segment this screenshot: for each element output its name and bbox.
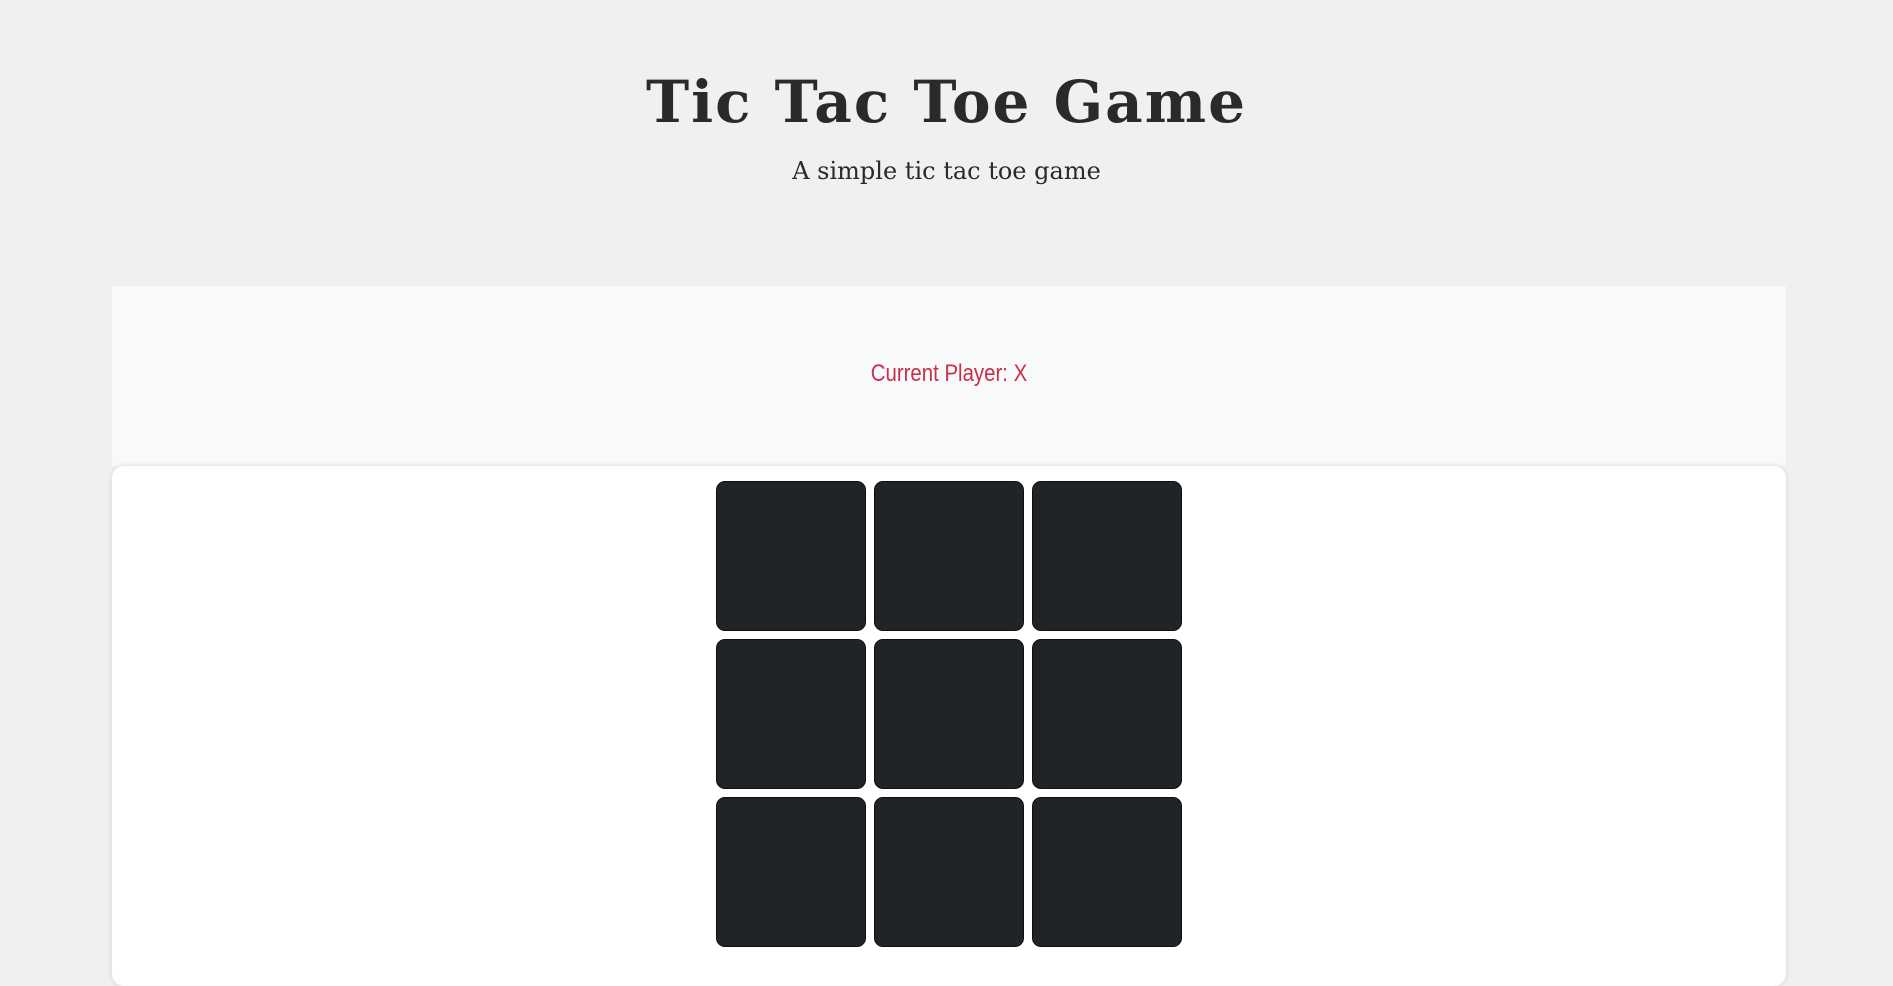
board-cell-3[interactable] xyxy=(1032,481,1182,631)
page-subtitle: A simple tic tac toe game xyxy=(792,157,1101,185)
status-panel: Current Player: X xyxy=(112,286,1786,466)
board-cell-2[interactable] xyxy=(874,481,1024,631)
board-panel xyxy=(112,466,1786,986)
page-title: Tic Tac Toe Game xyxy=(645,68,1248,136)
game-board xyxy=(716,481,1182,947)
board-cell-8[interactable] xyxy=(874,797,1024,947)
board-cell-4[interactable] xyxy=(716,639,866,789)
board-cell-1[interactable] xyxy=(716,481,866,631)
board-cell-9[interactable] xyxy=(1032,797,1182,947)
current-player-status: Current Player: X xyxy=(870,360,1028,387)
board-cell-5[interactable] xyxy=(874,639,1024,789)
board-cell-7[interactable] xyxy=(716,797,866,947)
board-cell-6[interactable] xyxy=(1032,639,1182,789)
